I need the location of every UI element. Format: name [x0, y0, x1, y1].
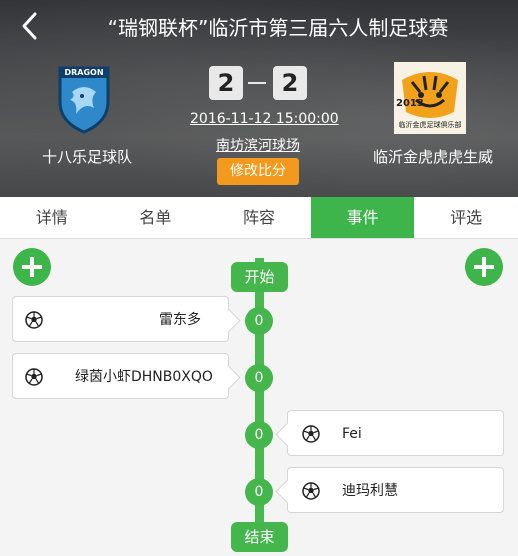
page-title: “瑞钢联杯”临沂市第三届六人制足球赛 — [107, 16, 449, 40]
score-separator — [248, 82, 266, 84]
event-minute: 0 — [245, 421, 273, 449]
away-score: 2 — [273, 66, 307, 100]
event-player-name: 绿茵小虾DHNB0XQO — [75, 369, 213, 385]
soccer-ball-icon — [302, 425, 320, 443]
timeline-end: 结束 — [231, 522, 288, 552]
add-away-event-button[interactable] — [465, 248, 503, 286]
event-card-away[interactable]: 迪玛利慧 — [287, 467, 504, 513]
away-team-logo-year: 2013 — [396, 98, 424, 109]
home-team-logo-text: DRAGON — [64, 68, 104, 77]
away-team-logo-text: 临沂金虎足球俱乐部 — [398, 121, 462, 129]
match-time[interactable]: 2016-11-12 15:00:00 — [190, 111, 339, 127]
event-card-home[interactable]: 雷东多 — [12, 296, 229, 342]
match-venue[interactable]: 南坊滨河球场 — [216, 135, 300, 155]
event-card-home[interactable]: 绿茵小虾DHNB0XQO — [12, 353, 229, 399]
event-minute: 0 — [245, 307, 273, 335]
back-button[interactable] — [16, 10, 48, 42]
add-home-event-button[interactable] — [13, 248, 51, 286]
match-tabs: 详情 名单 阵容 事件 评选 — [0, 197, 518, 239]
event-minute: 0 — [245, 478, 273, 506]
event-player-name: 雷东多 — [159, 312, 201, 328]
tab-events[interactable]: 事件 — [310, 197, 415, 238]
chevron-left-icon — [22, 12, 37, 40]
away-team-logo[interactable]: 2013 临沂金虎足球俱乐部 — [394, 62, 466, 134]
timeline-start: 开始 — [231, 262, 288, 292]
tab-details[interactable]: 详情 — [0, 197, 104, 238]
event-player-name: Fei — [342, 426, 362, 442]
event-minute: 0 — [245, 364, 273, 392]
match-page: “瑞钢联杯”临沂市第三届六人制足球赛 DRAGON 十八乐足球队 2 2 201… — [0, 0, 518, 556]
soccer-ball-icon — [302, 482, 320, 500]
tab-lineup[interactable]: 阵容 — [207, 197, 311, 238]
soccer-ball-icon — [25, 311, 43, 329]
event-card-away[interactable]: Fei — [287, 410, 504, 456]
match-header: “瑞钢联杯”临沂市第三届六人制足球赛 DRAGON 十八乐足球队 2 2 201… — [0, 0, 518, 197]
tab-voting[interactable]: 评选 — [414, 197, 518, 238]
events-timeline: 开始 雷东多 0 绿茵小虾DHNB0XQO 0 0 Fei 0 迪玛利慧 结束 — [0, 240, 518, 556]
edit-score-button[interactable]: 修改比分 — [217, 158, 299, 185]
away-team-name: 临沂金虎虎虎生威 — [373, 148, 494, 166]
home-team-logo[interactable]: DRAGON — [56, 62, 112, 134]
soccer-ball-icon — [25, 368, 43, 386]
tab-roster[interactable]: 名单 — [104, 197, 208, 238]
event-player-name: 迪玛利慧 — [342, 483, 398, 499]
home-score: 2 — [209, 66, 243, 100]
timeline-line — [255, 258, 264, 550]
home-team-name: 十八乐足球队 — [42, 148, 133, 166]
